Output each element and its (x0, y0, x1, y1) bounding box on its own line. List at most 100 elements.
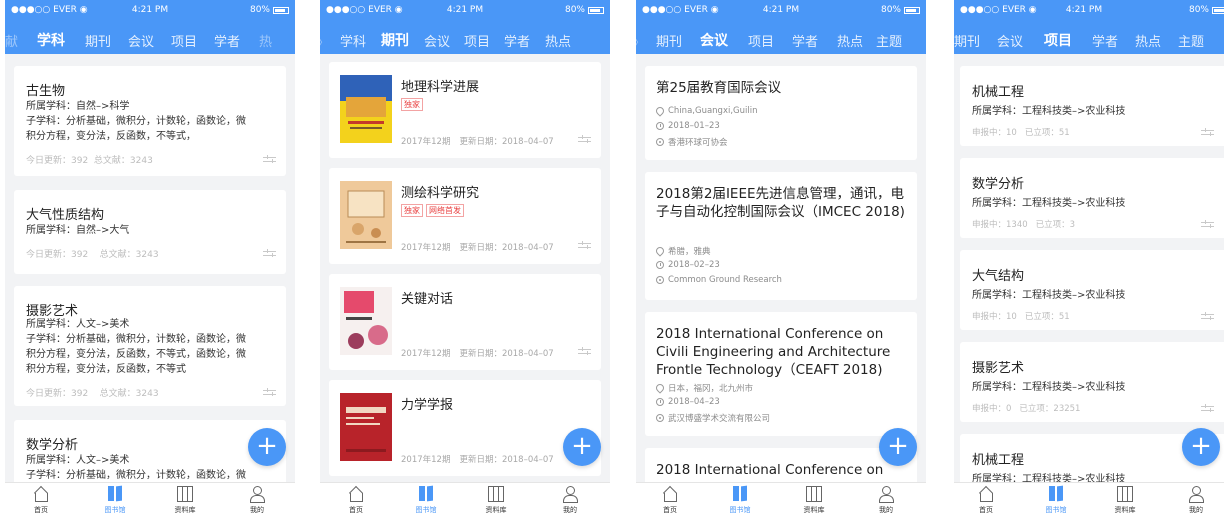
project-discipline: 所属学科：工程科技类–>农业科技 (972, 382, 1126, 393)
sliders-icon[interactable] (1201, 312, 1214, 321)
sliders-icon[interactable] (1201, 404, 1214, 413)
conference-card[interactable]: 2018 International Conference on Civili … (645, 448, 917, 482)
nav-library[interactable]: 图书馆 (406, 485, 446, 515)
nav-home[interactable]: 首页 (966, 486, 1006, 515)
nav-database[interactable]: 资料库 (165, 486, 205, 515)
nav-mine[interactable]: 我的 (1176, 486, 1216, 515)
sliders-icon[interactable] (578, 241, 591, 250)
tab-journal[interactable]: 期刊 (85, 31, 111, 50)
project-title: 机械工程 (972, 453, 1025, 468)
books-icon (418, 485, 434, 502)
tab-topic[interactable]: 主题 (1178, 31, 1204, 50)
tab-project[interactable]: 项目 (1044, 30, 1072, 50)
top-bar: ●●●○○ EVER ◉ 4:21 PM 80% 期刊 会议 项目 学者 热点 … (954, 0, 1224, 54)
add-button[interactable]: + (879, 428, 917, 466)
project-stats: 申报中：10 已立项：51 (972, 312, 1070, 322)
nav-library[interactable]: 图书馆 (95, 485, 135, 515)
tab-scholar[interactable]: 学者 (792, 31, 818, 50)
sliders-icon[interactable] (578, 347, 591, 356)
clock-icon (656, 122, 664, 130)
tab-subject[interactable]: 学科 (340, 31, 366, 50)
nav-mine[interactable]: 我的 (550, 486, 590, 515)
nav-label: 我的 (250, 506, 264, 514)
database-icon (177, 486, 193, 502)
subject-card[interactable]: 数学分析 所属学科：人文–>美术 子学科：分析基础，微积分，计数轮，函数论，微 (14, 420, 286, 482)
journal-title: 关键对话 (401, 292, 454, 307)
subject-list: 古生物 所属学科：自然–>科学 子学科：分析基础，微积分，计数轮，函数论，微 积… (5, 54, 295, 482)
nav-database[interactable]: 资料库 (794, 486, 834, 515)
tab-conference[interactable]: 会议 (424, 31, 450, 50)
tab-scholar[interactable]: 学者 (1092, 31, 1118, 50)
tab-conference[interactable]: 会议 (997, 31, 1023, 50)
tab-journal[interactable]: 期刊 (381, 30, 409, 50)
subject-card[interactable]: 大气性质结构 所属学科：自然–>大气 今日更新：392 总文献：3243 (14, 190, 286, 274)
nav-home[interactable]: 首页 (650, 486, 690, 515)
conference-location: China,Guangxi,Guilin (654, 105, 758, 117)
tab-scholar[interactable]: 学者 (214, 31, 240, 50)
journal-card[interactable]: 力学学报 2017年12期 更新日期：2018–04–07 (329, 380, 601, 476)
journal-card[interactable]: 关键对话 2017年12期 更新日期：2018–04–07 (329, 274, 601, 370)
tab-scholar[interactable]: 学者 (504, 31, 530, 50)
tab-conference[interactable]: 会议 (128, 31, 154, 50)
project-card[interactable]: 数学分析 所属学科：工程科技类–>农业科技 申报中：1340 已立项：3 (960, 158, 1224, 238)
project-title: 大气结构 (972, 269, 1025, 284)
tab-project[interactable]: 项目 (171, 31, 197, 50)
sliders-icon[interactable] (1201, 128, 1214, 137)
project-title: 数学分析 (972, 177, 1025, 192)
tab-project[interactable]: 项目 (464, 31, 490, 50)
tab-project[interactable]: 项目 (748, 31, 774, 50)
conference-card[interactable]: 第25届教育国际会议 China,Guangxi,Guilin 2018–01–… (645, 66, 917, 160)
clock-icon (656, 261, 664, 269)
conference-title: 2018 International Conference on Civili … (656, 326, 891, 378)
user-icon (1188, 486, 1204, 503)
nav-database[interactable]: 资料库 (476, 486, 516, 515)
add-button[interactable]: + (1182, 428, 1220, 466)
sliders-icon[interactable] (263, 388, 276, 397)
top-bar: ●●●○○ EVER ◉ 4:21 PM 80% 献 学科 期刊 会议 项目 学… (5, 0, 295, 54)
project-card[interactable]: 摄影艺术 所属学科：工程科技类–>农业科技 申报中：0 已立项：23251 (960, 342, 1224, 422)
subject-children: 子学科：分析基础，微积分，计数轮，函数论，微 (26, 470, 246, 481)
add-button[interactable]: + (563, 428, 601, 466)
status-bar: ●●●○○ EVER ◉ 4:21 PM 80% (5, 0, 295, 20)
exclusive-badge: 独家 (401, 98, 423, 111)
tab-hot[interactable]: 热点 (837, 31, 863, 50)
conference-date: 2018–01–23 (656, 121, 720, 131)
nav-mine[interactable]: 我的 (237, 486, 277, 515)
tab-journal[interactable]: 期刊 (954, 31, 980, 50)
sliders-icon[interactable] (1201, 220, 1214, 229)
journal-card[interactable]: 地理科学进展 独家 2017年12期 更新日期：2018–04–07 (329, 62, 601, 158)
tab-journal[interactable]: 期刊 (656, 31, 682, 50)
nav-home[interactable]: 首页 (336, 486, 376, 515)
sliders-icon[interactable] (263, 249, 276, 258)
sliders-icon[interactable] (263, 155, 276, 164)
subject-card[interactable]: 摄影艺术 所属学科：人文–>美术 子学科：分析基础，微积分，计数轮，函数论，微 … (14, 286, 286, 406)
add-button[interactable]: + (248, 428, 286, 466)
tab-hot[interactable]: 热 (259, 31, 272, 50)
project-card[interactable]: 大气结构 所属学科：工程科技类–>农业科技 申报中：10 已立项：51 (960, 250, 1224, 330)
conference-card[interactable]: 2018 International Conference on Civili … (645, 312, 917, 436)
user-icon (878, 486, 894, 503)
battery-indicator: 80% (1189, 5, 1224, 15)
nav-home[interactable]: 首页 (21, 486, 61, 515)
tab-edge: 〉 (320, 34, 328, 49)
project-stats: 申报中：1340 已立项：3 (972, 220, 1076, 230)
nav-library[interactable]: 图书馆 (1036, 485, 1076, 515)
subject-card[interactable]: 古生物 所属学科：自然–>科学 子学科：分析基础，微积分，计数轮，函数论，微 积… (14, 66, 286, 176)
tab-literature[interactable]: 献 (5, 31, 18, 50)
nav-library[interactable]: 图书馆 (720, 485, 760, 515)
journal-card[interactable]: 测绘科学研究 独家 网络首发 2017年12期 更新日期：2018–04–07 (329, 168, 601, 264)
tab-hot[interactable]: 热点 (1135, 31, 1161, 50)
bottom-nav: 首页 图书馆 资料库 我的 (5, 482, 295, 517)
tab-hot[interactable]: 热点 (545, 31, 571, 50)
conference-card[interactable]: 2018第2届IEEE先进信息管理，通讯，电子与自动化控制国际会议（IMCEC … (645, 172, 917, 300)
tab-conference[interactable]: 会议 (700, 30, 728, 50)
tab-subject[interactable]: 学科 (37, 30, 65, 50)
sliders-icon[interactable] (578, 135, 591, 144)
user-icon (249, 486, 265, 503)
tab-topic[interactable]: 主题 (876, 31, 902, 50)
nav-mine[interactable]: 我的 (866, 486, 906, 515)
journal-meta: 2017年12期 更新日期：2018–04–07 (401, 349, 554, 359)
nav-database[interactable]: 资料库 (1105, 486, 1145, 515)
subject-title: 数学分析 (26, 438, 79, 453)
project-card[interactable]: 机械工程 所属学科：工程科技类–>农业科技 申报中：10 已立项：51 (960, 66, 1224, 146)
